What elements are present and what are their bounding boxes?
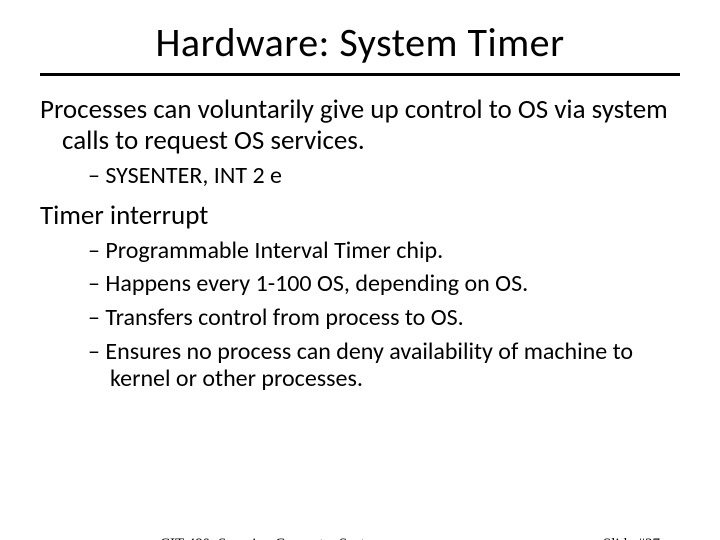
- section-heading: Timer interrupt: [40, 200, 680, 231]
- footer-course: CIT 480: Securing Computer Systems: [160, 536, 389, 540]
- footer-slide-number: Slide #37: [603, 536, 660, 540]
- bullet-item: Happens every 1-100 OS, depending on OS.: [88, 270, 680, 298]
- slide: Hardware: System Timer Processes can vol…: [0, 18, 720, 540]
- slide-title: Hardware: System Timer: [0, 18, 720, 67]
- slide-body: Processes can voluntarily give up contro…: [40, 94, 680, 393]
- bullet-item: Ensures no process can deny availability…: [88, 338, 680, 393]
- sub-bullet: SYSENTER, INT 2 e: [88, 162, 680, 190]
- lead-paragraph: Processes can voluntarily give up contro…: [40, 94, 680, 156]
- bullet-item: Transfers control from process to OS.: [88, 304, 680, 332]
- bullet-item: Programmable Interval Timer chip.: [88, 237, 680, 265]
- title-rule: [40, 73, 680, 76]
